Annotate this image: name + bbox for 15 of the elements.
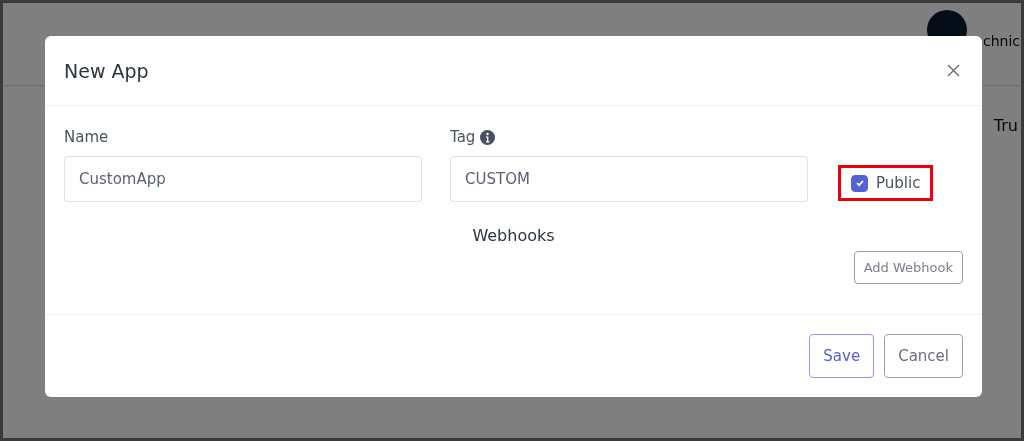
check-icon: [854, 178, 865, 188]
column-header: Tru: [993, 116, 1018, 137]
add-webhook-button[interactable]: Add Webhook: [853, 251, 963, 284]
text-field[interactable]: CustomApp: [64, 156, 422, 202]
save-button[interactable]: Save: [809, 334, 875, 378]
info-icon[interactable]: [480, 129, 496, 145]
user-name: chnic: [982, 33, 1020, 49]
public-checkbox[interactable]: Public: [851, 174, 921, 192]
cancel-button[interactable]: Cancel: [884, 334, 963, 378]
field-label: Tag: [450, 128, 476, 146]
field-label: Name: [64, 128, 109, 146]
text-field[interactable]: CUSTOM: [450, 156, 808, 202]
dialog-title: New App: [64, 59, 149, 82]
close-icon[interactable]: [947, 64, 960, 77]
section-title: Webhooks: [471, 226, 556, 245]
